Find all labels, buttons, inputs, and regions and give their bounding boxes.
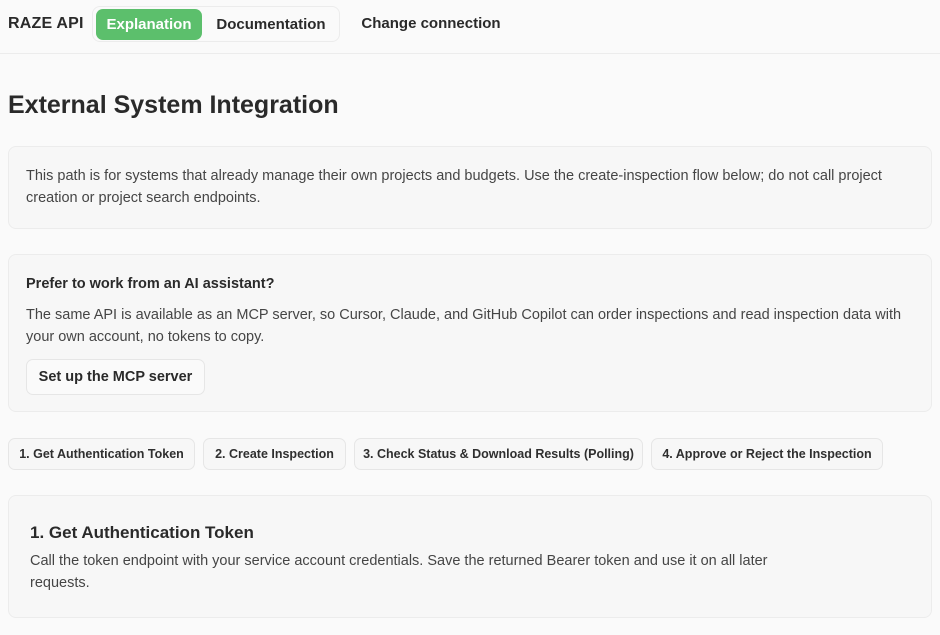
brand-title: RAZE API xyxy=(8,15,84,32)
tab-explanation[interactable]: Explanation xyxy=(96,9,202,40)
intro-text: This path is for systems that already ma… xyxy=(26,168,882,206)
step-navigation: 1. Get Authentication Token 2. Create In… xyxy=(0,438,940,470)
change-connection-button[interactable]: Change connection xyxy=(356,8,506,39)
section-card-auth-token: 1. Get Authentication Token Call the tok… xyxy=(8,495,932,618)
intro-card: This path is for systems that already ma… xyxy=(8,146,932,229)
step-check-status[interactable]: 3. Check Status & Download Results (Poll… xyxy=(354,438,643,470)
section-description: Call the token endpoint with your servic… xyxy=(30,553,768,591)
section-title: 1. Get Authentication Token xyxy=(30,523,254,542)
nav-tab-group: Explanation Documentation xyxy=(92,6,340,42)
page-title: External System Integration xyxy=(8,91,339,119)
mcp-description: The same API is available as an MCP serv… xyxy=(26,307,902,345)
tab-documentation[interactable]: Documentation xyxy=(204,9,338,40)
mcp-heading: Prefer to work from an AI assistant? xyxy=(26,276,275,292)
step-approve-reject[interactable]: 4. Approve or Reject the Inspection xyxy=(651,438,883,470)
step-create-inspection[interactable]: 2. Create Inspection xyxy=(203,438,346,470)
top-nav-bar: RAZE API Explanation Documentation Chang… xyxy=(0,0,940,54)
setup-mcp-server-button[interactable]: Set up the MCP server xyxy=(26,359,205,395)
mcp-card: Prefer to work from an AI assistant? The… xyxy=(8,254,932,412)
step-get-auth-token[interactable]: 1. Get Authentication Token xyxy=(8,438,195,470)
